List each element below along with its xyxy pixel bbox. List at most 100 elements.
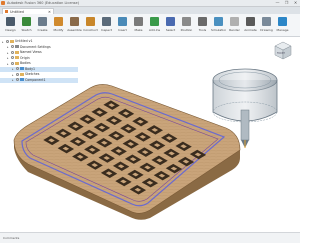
toolbar-simulation-button[interactable]: Simulation <box>211 16 226 34</box>
toolbar-label: Animate <box>244 28 257 32</box>
visibility-eye-icon[interactable] <box>11 56 14 60</box>
expand-triangle-icon[interactable]: ▸ <box>12 67 14 71</box>
expand-triangle-icon[interactable]: ▸ <box>7 62 9 66</box>
tools-icon <box>198 17 207 26</box>
toolbar-label: Manage <box>276 28 289 32</box>
toolbar-label: Construct <box>83 28 98 32</box>
position-icon <box>182 17 191 26</box>
toolbar-label: Sketch <box>21 28 32 32</box>
viewcube[interactable]: FRONT <box>272 38 294 62</box>
window-title: Autodesk Fusion 360 (Education License) <box>7 0 80 5</box>
inspect-icon <box>102 17 111 26</box>
toolbar-render-button[interactable]: Render <box>228 16 241 34</box>
visibility-eye-icon[interactable] <box>6 39 9 43</box>
status-comments[interactable]: Comments <box>3 236 19 240</box>
toolbar-tools-button[interactable]: Tools <box>196 16 209 34</box>
toolbar-assemble-button[interactable]: Assemble <box>67 16 82 34</box>
assemble-icon <box>70 17 79 26</box>
status-bar: Comments <box>0 232 300 243</box>
create-icon <box>38 17 47 26</box>
toolbar-label: Inspect <box>101 28 112 32</box>
toolbar-design-button[interactable]: Design <box>4 16 17 34</box>
folder-icon <box>15 56 19 60</box>
visibility-eye-icon[interactable] <box>16 67 19 71</box>
toolbar-label: Create <box>37 28 48 32</box>
design-icon <box>6 17 15 26</box>
browser-row-label: Body1 <box>25 66 36 71</box>
toolbar-label: Make <box>134 28 143 32</box>
render-icon <box>230 17 239 26</box>
toolbar-select-button[interactable]: Select <box>164 16 177 34</box>
browser-row[interactable]: ▸ Document Settings <box>0 45 78 50</box>
toolbar-label: Select <box>165 28 176 32</box>
toolbar-label: Render <box>229 28 240 32</box>
modify-icon <box>54 17 63 26</box>
expand-triangle-icon[interactable]: ▸ <box>12 78 14 82</box>
visibility-eye-icon[interactable] <box>16 72 19 76</box>
browser-row[interactable]: ▸ Origin <box>0 56 78 61</box>
body-icon <box>20 67 24 71</box>
browser-row-label: Bodies <box>20 61 31 65</box>
folder-icon <box>10 39 14 43</box>
expand-triangle-icon[interactable]: ▸ <box>7 45 9 49</box>
toolbar-label: Tools <box>198 28 207 32</box>
toolbar-label: Simulation <box>211 28 226 32</box>
toolbar-create-button[interactable]: Create <box>36 16 49 34</box>
browser-row[interactable]: ▸ Bodies <box>0 61 78 66</box>
maximize-button[interactable]: ❐ <box>282 0 291 6</box>
animate-icon <box>246 17 255 26</box>
browser-row[interactable]: ▸ Named Views <box>0 50 78 55</box>
toolbar-label: Design <box>5 28 16 32</box>
component-icon <box>20 78 24 82</box>
visibility-eye-icon[interactable] <box>11 45 14 49</box>
app-logo-icon <box>1 1 5 5</box>
browser-row-label: Document Settings <box>20 44 51 49</box>
toolbar-make-button[interactable]: Make <box>132 16 145 34</box>
toolbar-manage-button[interactable]: Manage <box>276 16 289 34</box>
addins-icon <box>150 17 159 26</box>
toolbar-drawing-button[interactable]: Drawing <box>260 16 273 34</box>
expand-triangle-icon[interactable]: ▸ <box>2 40 4 44</box>
toolbar-label: Assemble <box>67 28 82 32</box>
visibility-eye-icon[interactable] <box>11 50 14 54</box>
select-icon <box>166 17 175 26</box>
browser-row[interactable]: ▸ Untitled v1 <box>0 39 78 44</box>
browser-row-label: Untitled v1 <box>15 39 33 43</box>
toolbar-construct-button[interactable]: Construct <box>83 16 98 34</box>
toolbar-animate-button[interactable]: Animate <box>244 16 257 34</box>
insert-icon <box>118 17 127 26</box>
ribbon-toolbar: Design Sketch Create Modify Assemble Construc… <box>0 14 300 37</box>
expand-triangle-icon[interactable]: ▸ <box>7 56 9 60</box>
manage-icon <box>278 17 287 26</box>
toolbar-label: Modify <box>53 28 64 32</box>
browser-row[interactable]: ▸ Body1 <box>0 66 78 72</box>
browser-row[interactable]: ▸ Sketches <box>0 72 78 77</box>
toolbar-label: Insert <box>118 28 127 32</box>
visibility-eye-icon[interactable] <box>11 61 14 65</box>
toolbar-position-button[interactable]: Position <box>180 16 193 34</box>
visibility-eye-icon[interactable] <box>16 78 19 82</box>
viewcube-face-label: FRONT <box>277 52 285 55</box>
browser-row[interactable]: ▸ Component1 <box>0 77 78 83</box>
browser-tree-panel: ▸ Untitled v1 ▸ Document Settings ▸ Named Vie… <box>0 39 78 87</box>
simulation-icon <box>214 17 223 26</box>
toolbar-add-ins-button[interactable]: Add-Ins <box>148 16 161 34</box>
toolbar-inspect-button[interactable]: Inspect <box>100 16 113 34</box>
toolbar-insert-button[interactable]: Insert <box>116 16 129 34</box>
close-tab-icon[interactable]: ✕ <box>48 10 51 14</box>
document-tab-bar: Untitled ✕ <box>0 7 300 14</box>
close-window-button[interactable]: ✕ <box>291 0 300 6</box>
toolbar-label: Drawing <box>260 28 273 32</box>
toolbar-modify-button[interactable]: Modify <box>52 16 65 34</box>
drawing-icon <box>262 17 271 26</box>
browser-row-label: Origin <box>20 55 30 60</box>
document-icon <box>5 10 8 13</box>
wooden-plate-model[interactable] <box>13 84 241 220</box>
folder-icon <box>15 50 19 54</box>
minimize-button[interactable]: — <box>273 0 282 6</box>
folder-icon <box>20 72 24 76</box>
sketch-icon <box>22 17 31 26</box>
expand-triangle-icon[interactable]: ▸ <box>12 73 14 77</box>
toolbar-sketch-button[interactable]: Sketch <box>20 16 33 34</box>
expand-triangle-icon[interactable]: ▸ <box>7 51 9 55</box>
